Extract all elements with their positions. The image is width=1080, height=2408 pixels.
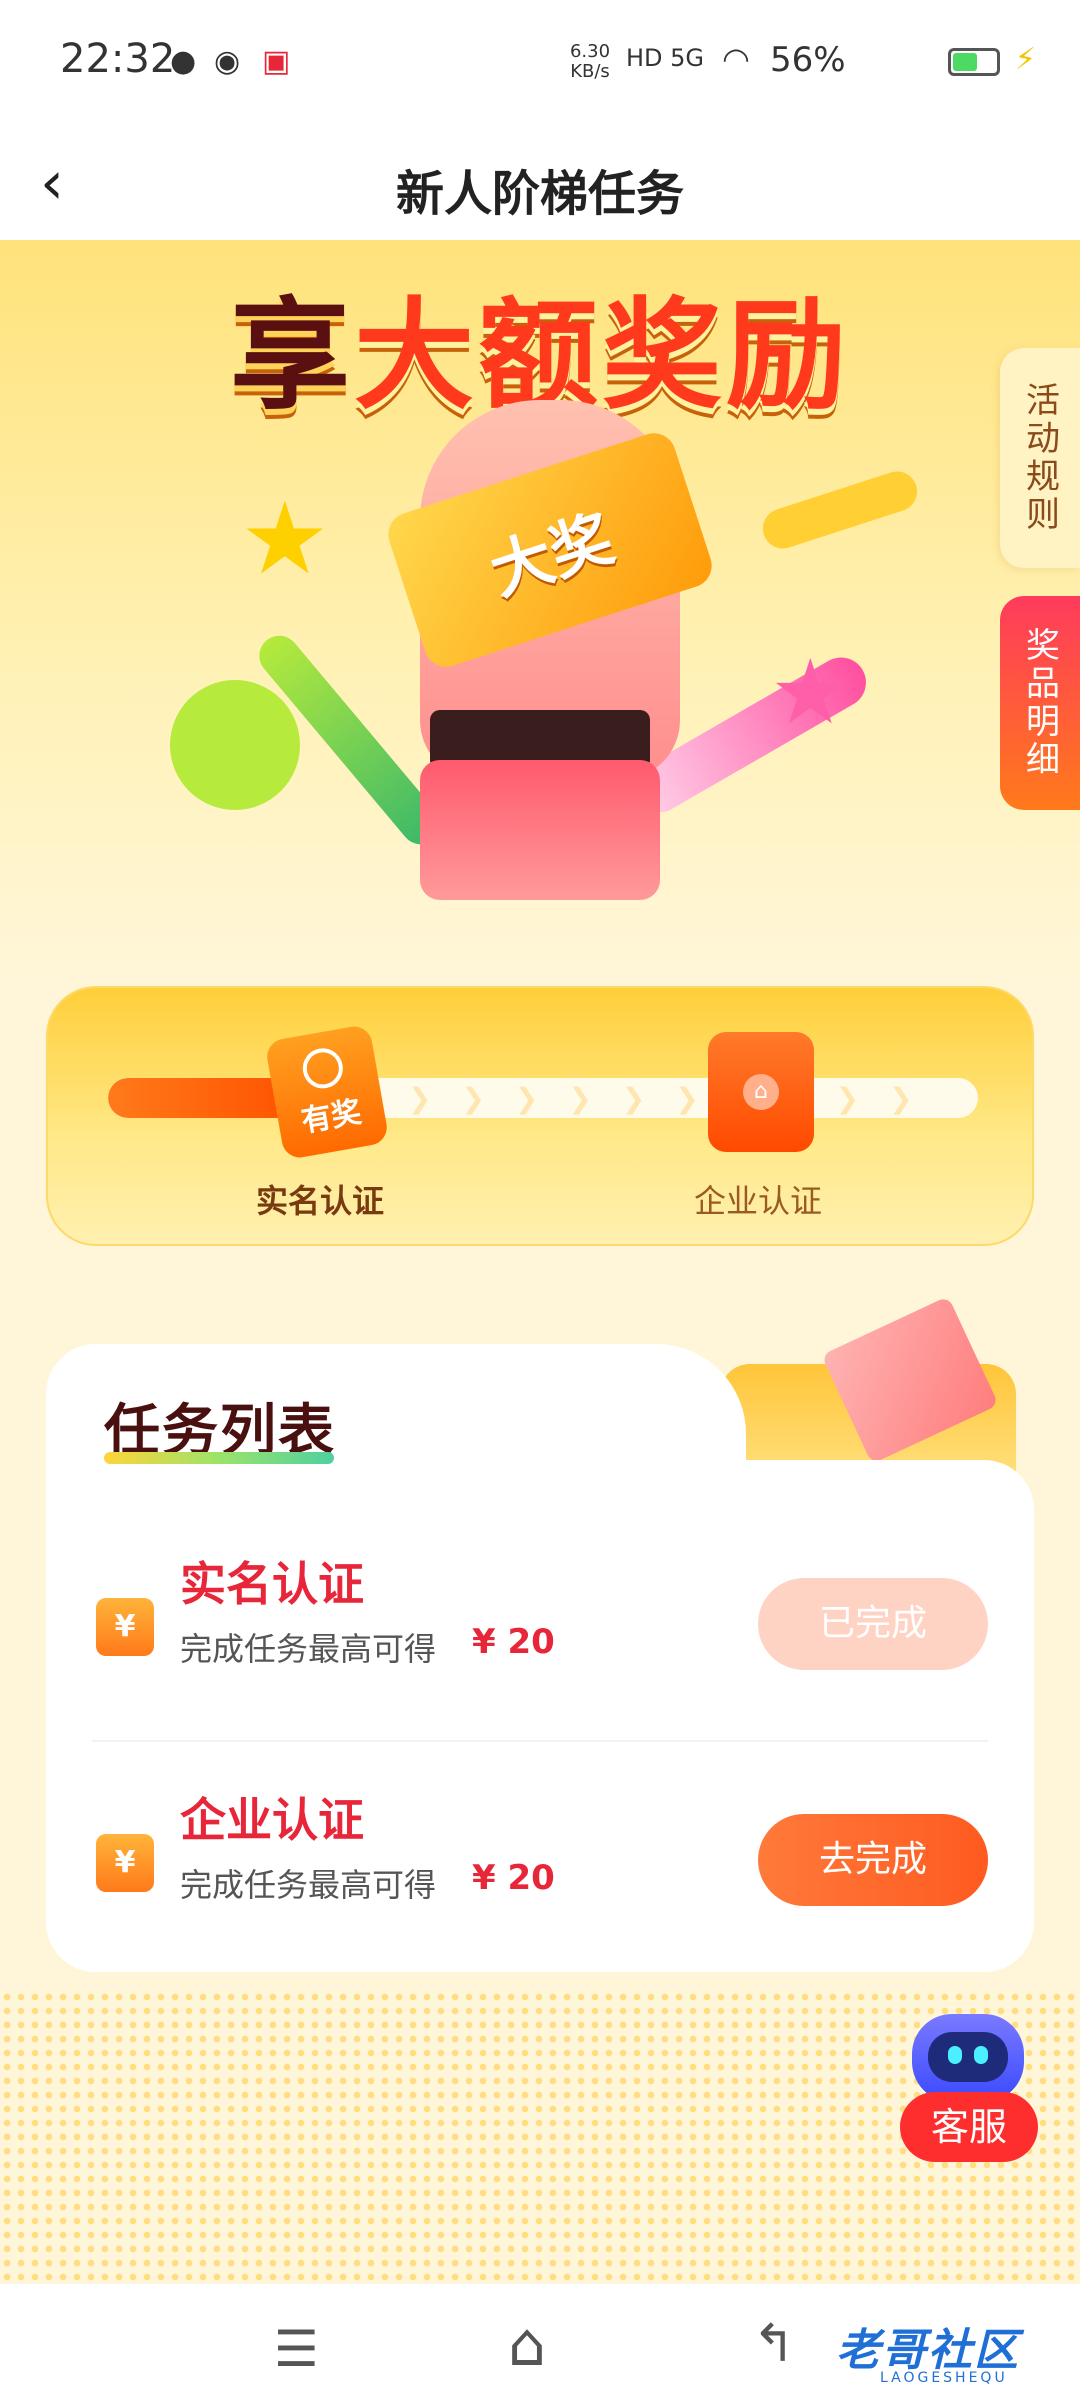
- clock-icon: [299, 1045, 347, 1092]
- robot-eye: [948, 2046, 962, 2064]
- task-name: 企业认证: [180, 1793, 364, 1847]
- progress-fill: [108, 1078, 300, 1118]
- hero-title-part1: 享: [230, 287, 354, 426]
- hero-title-part2: 大额奖励: [354, 287, 850, 426]
- yen-icon: ¥: [96, 1598, 154, 1656]
- watermark-subtext: LAOGESHEQU: [880, 2370, 1008, 2386]
- title-underline: [104, 1452, 334, 1464]
- battery-icon: [948, 48, 1000, 76]
- chevron-arrows-icon: ❯❯❯❯❯❯❯❯❯❯: [408, 1082, 943, 1115]
- toutiao-icon: ▣: [262, 44, 291, 79]
- task-reward: ¥ 20: [472, 1858, 555, 1898]
- status-bar: 22:32 ● ◉ ▣ 6.30 KB/s HD 5G ◠ 56% ⚡: [0, 0, 1080, 126]
- locked-node: ⌂: [708, 1032, 814, 1152]
- sleeve-illustration: [420, 760, 660, 900]
- activity-rules-tab[interactable]: 活动规则: [1000, 348, 1080, 568]
- clover-icon: [170, 680, 300, 810]
- divider: [92, 1740, 988, 1742]
- robot-face: [928, 2032, 1008, 2082]
- progress-track: ❯❯❯❯❯❯❯❯❯❯: [108, 1078, 978, 1118]
- watermark-logo: 老哥社区: [836, 2325, 1020, 2376]
- task-row-enterprise: ¥ 企业认证 完成任务最高可得 ¥ 20 去完成: [46, 1744, 1034, 1980]
- menu-icon[interactable]: ☰: [274, 2320, 319, 2378]
- network-indicator: HD 5G: [626, 44, 705, 72]
- task-reward: ¥ 20: [472, 1622, 555, 1662]
- net-speed: 6.30 KB/s: [569, 41, 611, 82]
- reward-badge: 有奖: [298, 1094, 365, 1140]
- wifi-icon: ◠: [722, 40, 750, 78]
- gold-ribbon: [757, 466, 923, 554]
- go-complete-button[interactable]: 去完成: [758, 1814, 988, 1906]
- task-row-realname: ¥ 实名认证 完成任务最高可得 ¥ 20 已完成: [46, 1508, 1034, 1744]
- lock-icon: ⌂: [743, 1074, 779, 1110]
- robot-eye: [974, 2046, 988, 2064]
- wechat-icon: ◉: [214, 44, 241, 79]
- system-nav-bar: ☰ ⌂ ↰ 老哥社区 LAOGESHEQU: [0, 2284, 1080, 2408]
- task-name: 实名认证: [180, 1557, 364, 1611]
- pink-star-icon: ★: [770, 640, 851, 745]
- battery-percent: 56%: [770, 40, 846, 80]
- customer-service-button[interactable]: 客服: [900, 2092, 1038, 2162]
- status-time: 22:32: [60, 36, 176, 82]
- hero-banner: 享大额奖励 ★ ★ 大奖: [0, 240, 1080, 980]
- nav-bar: ‹ 新人阶梯任务: [0, 126, 1080, 240]
- charging-icon: ⚡: [1014, 42, 1036, 77]
- completed-button[interactable]: 已完成: [758, 1578, 988, 1670]
- prize-details-tab[interactable]: 奖品明细: [1000, 596, 1080, 810]
- page-title: 新人阶梯任务: [395, 166, 684, 222]
- progress-card: ❯❯❯❯❯❯❯❯❯❯ 有奖 ⌂ 实名认证 企业认证: [46, 986, 1034, 1246]
- yellow-star-icon: ★: [240, 480, 330, 597]
- task-desc: 完成任务最高可得: [180, 1866, 437, 1904]
- yen-icon: ¥: [96, 1834, 154, 1892]
- reward-node: 有奖: [264, 1023, 390, 1161]
- robot-icon[interactable]: [912, 2014, 1024, 2102]
- back-icon[interactable]: ↰: [752, 2314, 796, 2374]
- step-label-enterprise: 企业认证: [694, 1182, 823, 1220]
- task-desc: 完成任务最高可得: [180, 1630, 437, 1668]
- step-label-realname: 实名认证: [256, 1182, 385, 1220]
- message-icon: ●: [170, 44, 197, 79]
- home-icon[interactable]: ⌂: [508, 2310, 546, 2380]
